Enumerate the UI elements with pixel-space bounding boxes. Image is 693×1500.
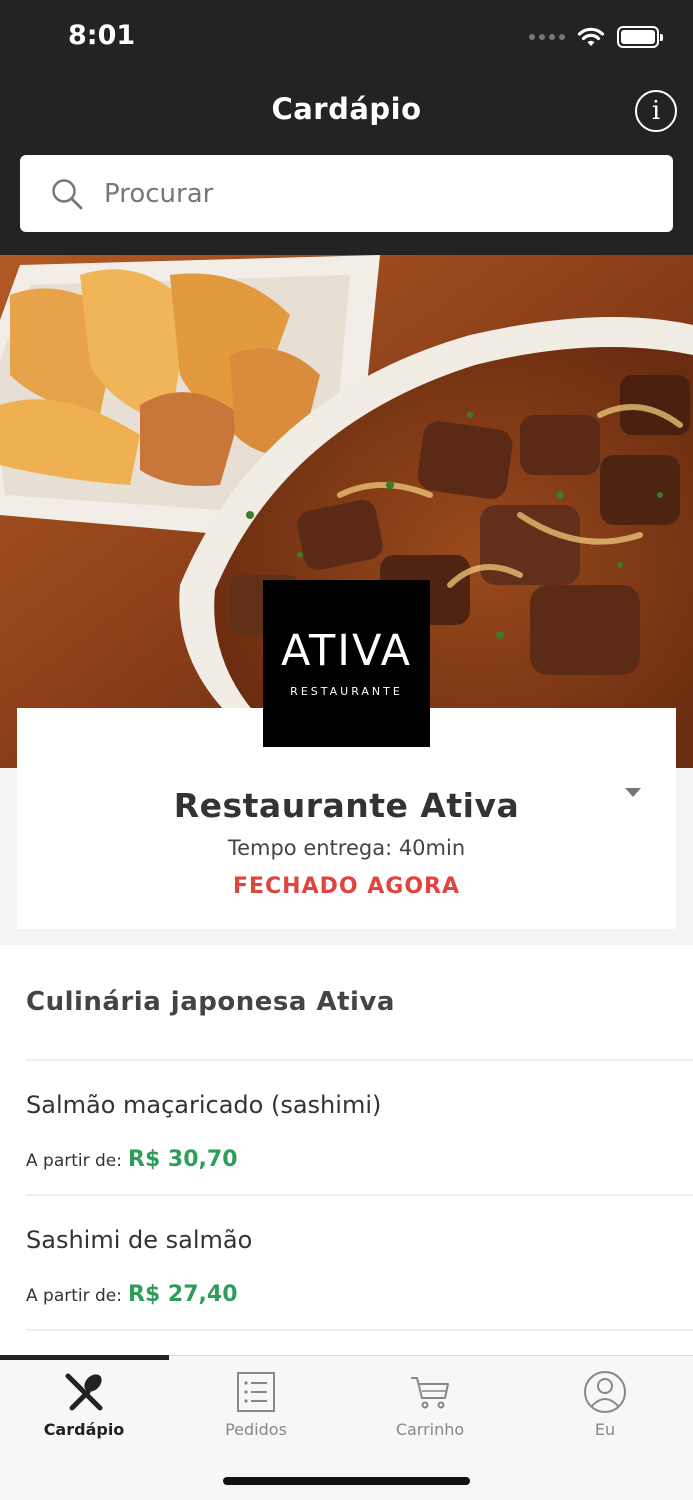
fork-knife-icon bbox=[65, 1373, 103, 1411]
battery-icon bbox=[617, 26, 663, 48]
menu-item[interactable]: Salmão maçaricado (sashimi) A partir de:… bbox=[0, 1061, 693, 1195]
cart-icon bbox=[411, 1377, 449, 1409]
tab-pedidos[interactable]: Pedidos bbox=[181, 1370, 331, 1460]
status-time: 8:01 bbox=[68, 20, 136, 51]
status-badge: FECHADO AGORA bbox=[232, 874, 461, 899]
status-bar: 8:01 bbox=[0, 0, 693, 80]
restaurant-name: Restaurante Ativa bbox=[173, 786, 520, 825]
tab-carrinho[interactable]: Carrinho bbox=[355, 1370, 505, 1460]
restaurant-logo: ATIVA RESTAURANTE bbox=[263, 580, 430, 747]
chevron-down-icon bbox=[625, 788, 641, 797]
tab-label: Cardápio bbox=[43, 1420, 125, 1439]
item-name: Salmão maçaricado (sashimi) bbox=[26, 1091, 382, 1119]
item-price: R$ 27,40 bbox=[128, 1282, 238, 1307]
tab-eu[interactable]: Eu bbox=[530, 1370, 680, 1460]
category-title: Culinária japonesa Ativa bbox=[26, 987, 395, 1017]
item-price: R$ 30,70 bbox=[128, 1147, 238, 1172]
list-icon bbox=[237, 1372, 275, 1412]
wifi-icon bbox=[577, 27, 605, 46]
page-title: Cardápio bbox=[271, 92, 422, 126]
price-prefix: A partir de: bbox=[26, 1151, 122, 1171]
nav-bar: Cardápio i Procurar bbox=[0, 80, 693, 255]
active-tab-indicator bbox=[0, 1355, 169, 1360]
logo-wordmark: ATIVA bbox=[280, 625, 413, 676]
menu-item[interactable]: Sashimi de salmão A partir de: R$ 27,40 bbox=[0, 1196, 693, 1330]
info-icon: i bbox=[651, 96, 661, 126]
status-icons bbox=[529, 26, 663, 48]
tab-label: Pedidos bbox=[225, 1420, 287, 1439]
info-button[interactable]: i bbox=[635, 90, 677, 132]
delivery-time: Tempo entrega: 40min bbox=[227, 836, 466, 860]
tab-label: Carrinho bbox=[395, 1420, 465, 1439]
cellular-signal-icon bbox=[529, 34, 565, 40]
tab-label: Eu bbox=[594, 1420, 616, 1439]
divider bbox=[26, 1329, 693, 1331]
home-indicator bbox=[223, 1477, 470, 1485]
price-prefix: A partir de: bbox=[26, 1286, 122, 1306]
item-name: Sashimi de salmão bbox=[26, 1226, 253, 1254]
item-price-row: A partir de: R$ 30,70 bbox=[26, 1147, 238, 1172]
search-icon bbox=[52, 178, 83, 209]
logo-subtext: RESTAURANTE bbox=[290, 684, 403, 698]
user-icon bbox=[584, 1371, 626, 1413]
item-price-row: A partir de: R$ 27,40 bbox=[26, 1282, 238, 1307]
menu-list: Culinária japonesa Ativa Salmão maçarica… bbox=[0, 945, 693, 1355]
search-placeholder: Procurar bbox=[104, 178, 214, 209]
search-input[interactable]: Procurar bbox=[20, 155, 673, 232]
tab-cardapio[interactable]: Cardápio bbox=[9, 1370, 159, 1460]
